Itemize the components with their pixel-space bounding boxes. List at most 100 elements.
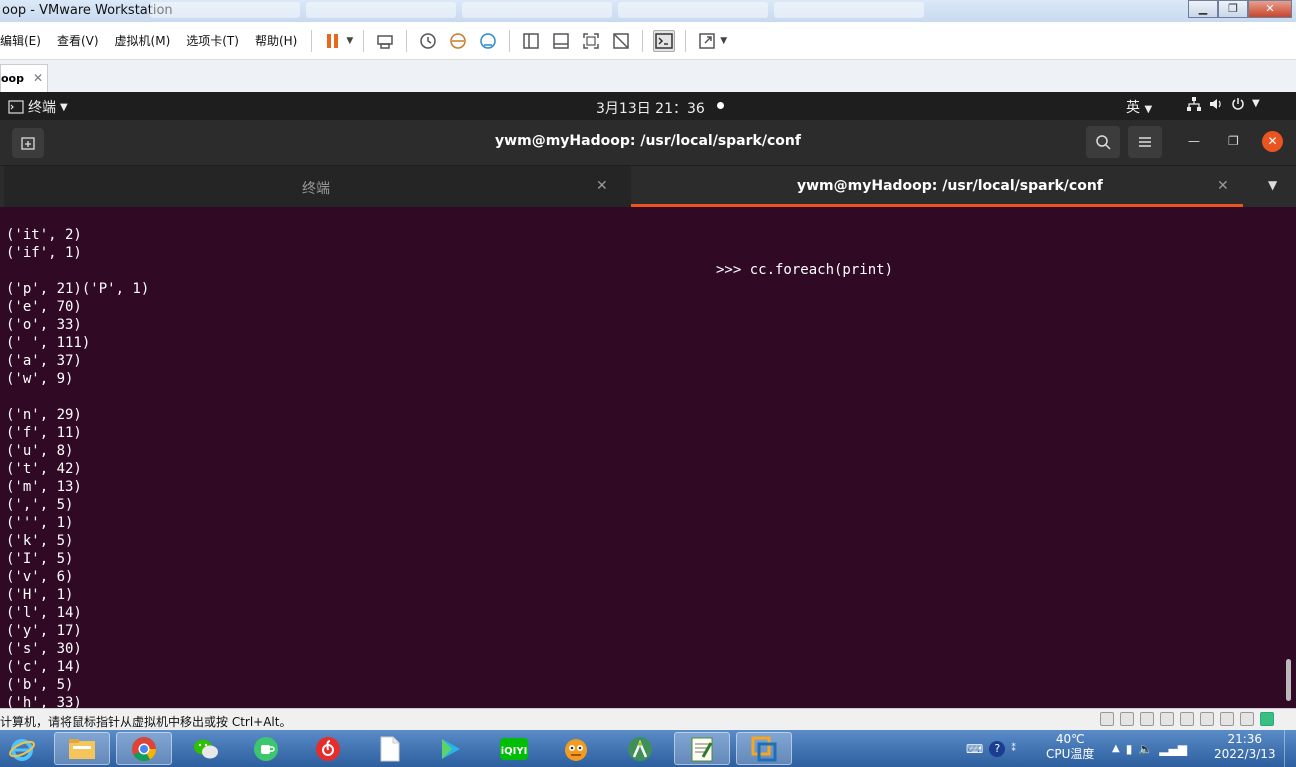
fullscreen-icon[interactable] <box>580 30 602 52</box>
terminal-line: ('n', 29) <box>6 407 82 423</box>
svg-text:iQIYI: iQIYI <box>501 746 528 757</box>
search-icon <box>1096 135 1111 150</box>
menu-edit[interactable]: 编辑(E) <box>0 32 49 49</box>
help-icon[interactable]: ? <box>989 740 1006 757</box>
terminal-line: ('v', 6) <box>6 569 74 585</box>
pause-icon[interactable] <box>322 30 344 52</box>
terminal-console-icon[interactable] <box>653 29 676 52</box>
system-menu[interactable]: ▼ <box>1186 96 1260 112</box>
keyboard-icon[interactable]: ⌨ <box>966 742 983 756</box>
ghost-tab <box>306 2 456 18</box>
minimize-icon[interactable]: — <box>1188 134 1200 148</box>
restore-button[interactable]: ❐ <box>1218 0 1248 18</box>
search-button[interactable] <box>1086 126 1120 158</box>
vmware-taskbar-icon[interactable] <box>736 732 792 765</box>
close-icon[interactable]: ✕ <box>1217 178 1229 194</box>
cartoon-app-icon[interactable] <box>548 732 604 765</box>
terminal-line: ('w', 9) <box>6 371 74 387</box>
maximize-icon[interactable]: ❐ <box>1228 134 1239 148</box>
hard-disk-icon[interactable] <box>1100 712 1114 726</box>
snapshot-icon[interactable] <box>417 30 439 52</box>
printer-icon[interactable] <box>1200 712 1214 726</box>
wechat-icon[interactable] <box>178 732 234 765</box>
chevron-down-icon[interactable]: ▼ <box>1268 178 1277 192</box>
volume-icon[interactable]: 🔈 <box>1138 742 1153 756</box>
chrome-icon[interactable] <box>116 732 172 765</box>
sound-icon[interactable] <box>1180 712 1194 726</box>
clock[interactable]: 3月13日 21：36 <box>596 98 705 118</box>
snapshot-manager-icon[interactable] <box>477 30 499 52</box>
play-icon <box>442 738 460 759</box>
camera-icon[interactable] <box>1240 712 1254 726</box>
android-studio-icon[interactable] <box>612 732 668 765</box>
android-studio-logo-icon <box>628 736 652 761</box>
cpu-temperature[interactable]: 40℃ CPU温度 <box>1046 732 1094 762</box>
toolbar-separator <box>642 29 644 52</box>
app-menu[interactable]: 终端 ▼ <box>8 97 68 117</box>
video-player-icon[interactable] <box>422 732 478 765</box>
terminal-line: (',', 5) <box>6 497 74 513</box>
tab-ywm-conf[interactable]: ywm@myHadoop: /usr/local/spark/conf ✕ <box>631 166 1243 207</box>
menu-view[interactable]: 查看(V) <box>49 32 107 49</box>
stretch-icon[interactable] <box>696 30 718 52</box>
close-icon[interactable]: ✕ <box>33 71 43 85</box>
unity-icon[interactable] <box>610 30 632 52</box>
clock-date: 2022/3/13 <box>1214 747 1276 761</box>
system-tray: ⌨ ? ⁑ <box>966 732 1016 765</box>
usb-icon[interactable] <box>1160 712 1174 726</box>
chevron-down-icon[interactable]: ▼ <box>346 36 353 46</box>
close-icon[interactable]: ✕ <box>596 178 608 194</box>
chevron-down-icon[interactable]: ▼ <box>720 36 727 46</box>
mug-app-icon[interactable] <box>238 732 294 765</box>
terminal-line: ('a', 37) <box>6 353 82 369</box>
system-tray-icons: ▲ ▮ 🔈 ▂▄▆ <box>1112 732 1187 765</box>
console-view-icon[interactable] <box>550 30 572 52</box>
iqiyi-icon[interactable]: iQIYI <box>486 732 542 765</box>
message-log-icon[interactable] <box>1260 712 1274 726</box>
cdrom-icon[interactable] <box>1120 712 1134 726</box>
menu-vm[interactable]: 虚拟机(M) <box>107 32 179 49</box>
terminal-line: ('H', 1) <box>6 587 74 603</box>
toolbar-separator <box>363 29 365 52</box>
terminal-output[interactable]: ('it', 2) ('if', 1) ('p', 21)('P', 1) ('e',… <box>0 207 1296 708</box>
close-icon[interactable]: ✕ <box>1262 131 1283 152</box>
terminal-headerbar: ywm@myHadoop: /usr/local/spark/conf — ❐ … <box>0 120 1296 165</box>
notepad-icon[interactable] <box>674 732 730 765</box>
document-icon[interactable] <box>362 732 418 765</box>
ime-icon[interactable]: ⁑ <box>1011 744 1016 754</box>
minimize-button[interactable]: ▁ <box>1188 0 1218 18</box>
file-explorer-icon[interactable] <box>54 732 110 765</box>
netease-music-icon[interactable] <box>300 732 356 765</box>
revert-snapshot-icon[interactable] <box>447 30 469 52</box>
menu-tabs[interactable]: 选项卡(T) <box>178 32 247 49</box>
cup-icon <box>254 736 278 761</box>
close-button[interactable]: ✕ <box>1248 0 1292 18</box>
show-desktop-button[interactable] <box>1284 730 1296 767</box>
vm-tab[interactable]: oop ✕ <box>0 64 48 92</box>
chevron-up-icon[interactable]: ▲ <box>1112 743 1120 754</box>
terminal-line: ('if', 1) <box>6 245 82 261</box>
music-icon <box>316 736 340 761</box>
terminal-line: (' ', 111) <box>6 335 91 351</box>
scrollbar-thumb[interactable] <box>1286 659 1291 701</box>
ie-icon[interactable] <box>0 732 44 765</box>
toolbar-separator <box>685 29 687 52</box>
hamburger-menu-button[interactable] <box>1128 126 1162 158</box>
vmware-menubar: 编辑(E) 查看(V) 虚拟机(M) 选项卡(T) 帮助(H) ▼ ▼ <box>0 22 1296 60</box>
terminal-line: ('k', 5) <box>6 533 74 549</box>
library-view-icon[interactable] <box>520 30 542 52</box>
tab-terminal[interactable]: 终端 ✕ <box>4 166 631 207</box>
network-signal-icon[interactable]: ▂▄▆ <box>1159 742 1187 756</box>
vm-tab-label: oop <box>1 72 24 85</box>
network-adapter-icon[interactable] <box>1140 712 1154 726</box>
device-icons <box>1100 712 1274 726</box>
input-method-menu[interactable]: 英 ▼ <box>1126 97 1152 117</box>
menu-help[interactable]: 帮助(H) <box>247 32 305 49</box>
display-icon[interactable] <box>1220 712 1234 726</box>
taskbar-clock[interactable]: 21:36 2022/3/13 <box>1214 732 1276 762</box>
power-plug-icon[interactable]: ▮ <box>1126 742 1133 756</box>
terminal-line: ('m', 13) <box>6 479 82 495</box>
terminal-output-lines: ('it', 2) ('if', 1) ('p', 21)('P', 1) ('e',… <box>6 226 149 708</box>
toolbar-separator <box>509 29 511 52</box>
send-ctrl-alt-del-icon[interactable] <box>374 30 396 52</box>
